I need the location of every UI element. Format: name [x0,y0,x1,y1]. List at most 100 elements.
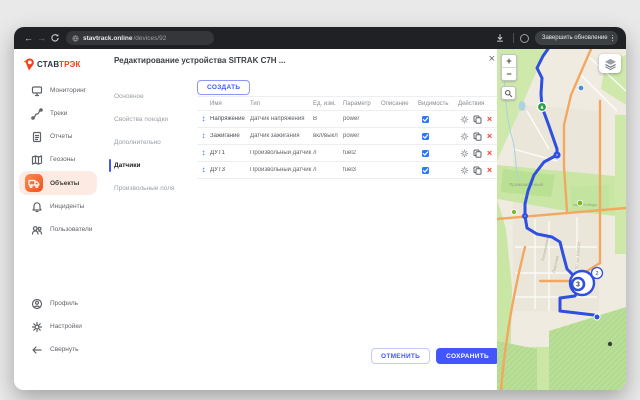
poi-park-marker [512,210,517,215]
visibility-cell [418,150,458,157]
drag-handle-icon[interactable]: ↕ [197,115,210,123]
site-info-icon[interactable] [72,35,79,42]
app-content: СТАВТРЭК МониторингТрекиОтчеты Геозоны Объ… [14,49,626,390]
settings-action-icon[interactable] [460,149,469,158]
cell-type: Датчик напряжения [250,116,313,122]
map-label: парк Победы [573,202,597,207]
kebab-menu-icon[interactable] [612,35,613,42]
route-node-center [524,215,526,217]
map[interactable]: Промышленныйпарк ПобедыРогожниковаПирого… [497,49,626,390]
settings-action-icon[interactable] [460,166,469,175]
drag-handle-icon[interactable]: ↕ [197,132,210,140]
save-button[interactable]: СОХРАНИТЬ [436,348,499,364]
table-header-row: ИмяТипЕд. изм.ПараметрОписаниеВидимостьД… [197,97,503,111]
copy-action-icon[interactable] [473,115,482,124]
app-logo[interactable]: СТАВТРЭК [23,58,81,71]
column-header: Имя [210,101,250,107]
column-header: Видимость [418,101,458,107]
copy-action-icon[interactable] [473,132,482,141]
sensors-table: ИмяТипЕд. изм.ПараметрОписаниеВидимостьД… [197,96,503,179]
poi-blue-marker [578,85,584,91]
column-header: Тип [250,101,313,107]
visibility-cell [418,116,458,123]
settings-action-icon[interactable] [460,115,469,124]
visibility-checkbox[interactable] [422,150,429,157]
tab-датчики[interactable]: Датчики [102,154,196,177]
end-marker[interactable] [594,314,600,320]
drag-handle-icon[interactable]: ↕ [197,149,210,157]
toolbar-divider [513,33,514,43]
zoom-control: + − [501,54,517,81]
sidebar-item-settings[interactable]: Настройки [14,315,102,338]
cell-type: Произвольный датчик [250,167,313,173]
zoom-out-button[interactable]: − [502,67,516,80]
copy-action-icon[interactable] [473,166,482,175]
delete-action-icon[interactable]: × [485,115,494,124]
address-bar[interactable]: stavtrack.online /devices/92 [66,31,214,45]
sidebar-item-users[interactable]: Пользователи [14,218,102,241]
sidebar-item-objects[interactable]: Объекты [19,171,97,195]
drag-handle-icon[interactable]: ↕ [197,166,210,174]
sidebar-item-tracks[interactable]: Треки [14,102,102,125]
back-icon[interactable]: ← [22,27,35,49]
visibility-checkbox[interactable] [422,133,429,140]
browser-window: ← → stavtrack.online /devices/92 Заверши… [14,27,626,390]
collapse-icon [30,343,43,356]
download-icon[interactable] [494,32,507,45]
sidebar-footer-nav: ПрофильНастройкиСвернуть [14,292,102,361]
route-node-center [556,154,558,156]
sidebar-item-incidents[interactable]: Инциденты [14,195,102,218]
sidebar-item-reports[interactable]: Отчеты [14,125,102,148]
tab-основное[interactable]: Основное [102,85,196,108]
tab-свойства-поездки[interactable]: Свойства поездки [102,108,196,131]
finish-update-button[interactable]: Завершить обновление [535,31,618,45]
delete-action-icon[interactable]: × [485,149,494,158]
cancel-button[interactable]: ОТМЕНИТЬ [371,348,430,364]
table-row: ↕ДУТ3Произвольный датчиклfuel3× [197,162,503,179]
column-header: Ед. изм. [313,101,343,107]
cell-param: fuel2 [343,150,381,156]
sidebar-item-label: Геозоны [50,156,75,163]
create-button[interactable]: СОЗДАТЬ [197,80,250,95]
delete-action-icon[interactable]: × [485,166,494,175]
sidebar-item-collapse[interactable]: Свернуть [14,338,102,361]
sidebar-item-monitor[interactable]: Мониторинг [14,79,102,102]
table-row: ↕НапряжениеДатчик напряженияВpower× [197,111,503,128]
cell-unit: В [313,116,343,122]
forward-icon[interactable]: → [35,27,48,49]
url-host: stavtrack.online [83,35,133,42]
close-icon[interactable]: × [489,53,495,65]
profile-icon [30,297,43,310]
settings-icon [30,320,43,333]
visibility-checkbox[interactable] [422,167,429,174]
map-layers-button[interactable] [599,54,621,73]
settings-action-icon[interactable] [460,132,469,141]
delete-action-icon[interactable]: × [485,132,494,141]
cell-type: Произвольный датчик [250,150,313,156]
tab-дополнительно[interactable]: Дополнительно [102,131,196,154]
reload-icon[interactable] [48,32,61,45]
layers-icon [604,58,617,70]
visibility-checkbox[interactable] [422,116,429,123]
sidebar-item-label: Объекты [50,180,79,187]
cell-unit: вкл/выкл [313,133,343,139]
profile-avatar-icon[interactable] [520,34,529,43]
tab-произвольные-поля[interactable]: Произвольные поля [102,177,196,200]
sidebar-item-geozones[interactable]: Геозоны [14,148,102,171]
tracks-icon [30,107,43,120]
reports-icon [30,130,43,143]
incidents-icon [30,200,43,213]
finish-update-label: Завершить обновление [542,35,608,41]
copy-action-icon[interactable] [473,149,482,158]
poi-park-marker [577,200,583,206]
monitor-icon [30,84,43,97]
sidebar-item-profile[interactable]: Профиль [14,292,102,315]
cell-name: Зажигание [210,133,250,139]
cell-name: ДУТ1 [210,150,250,156]
visibility-cell [418,133,458,140]
zoom-in-button[interactable]: + [502,55,516,67]
map-label: Промышленный [509,181,544,187]
map-search-button[interactable] [501,86,516,100]
sidebar-item-label: Пользователи [50,226,92,233]
modal-title: Редактирование устройства SITRAK C7H ... [114,56,285,65]
